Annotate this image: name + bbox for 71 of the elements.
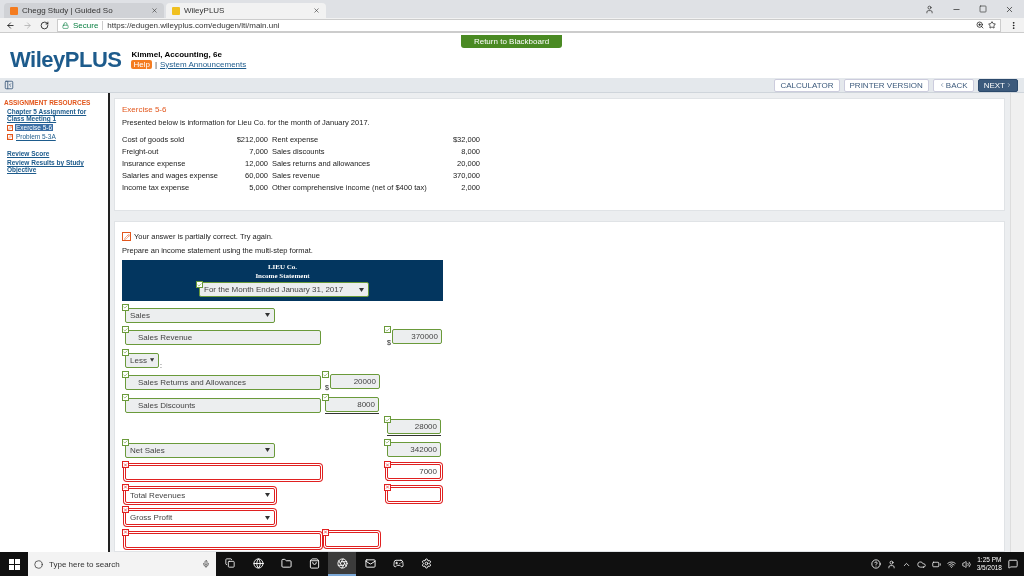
wifi-icon[interactable] bbox=[946, 559, 956, 569]
announcements-link[interactable]: System Announcements bbox=[160, 60, 247, 69]
text-field[interactable]: Sales Returns and Allowances bbox=[125, 375, 321, 390]
separator: | bbox=[154, 60, 157, 69]
amount-field[interactable] bbox=[387, 486, 441, 502]
mic-icon[interactable] bbox=[202, 560, 210, 568]
amount-field[interactable]: 8000 bbox=[325, 396, 379, 412]
pencil-icon bbox=[122, 232, 131, 241]
url-text: https://edugen.wileyplus.com/edugen/lti/main.uni bbox=[102, 20, 280, 30]
amount-field[interactable]: 20000 bbox=[329, 374, 380, 389]
dropdown[interactable]: Less bbox=[125, 352, 159, 368]
toolbar-button[interactable]: NEXT bbox=[977, 78, 1018, 92]
caret-icon bbox=[265, 313, 270, 317]
battery-icon[interactable] bbox=[931, 559, 941, 569]
taskbar-search[interactable]: Type here to search bbox=[28, 552, 216, 576]
pencil-icon bbox=[7, 133, 13, 140]
dropdown[interactable]: Gross Profit bbox=[125, 510, 275, 525]
restore-icon[interactable] bbox=[979, 5, 987, 13]
close-icon[interactable] bbox=[1005, 4, 1014, 14]
aperture-icon[interactable] bbox=[328, 552, 356, 576]
toolbar-button[interactable]: PRINTER VERSION bbox=[843, 78, 929, 92]
zoom-icon[interactable] bbox=[976, 21, 984, 29]
browser-tab[interactable]: Chegg Study | Guided So bbox=[4, 3, 164, 18]
caret-icon bbox=[265, 493, 270, 497]
cloud-icon[interactable] bbox=[916, 559, 926, 569]
caret-icon bbox=[265, 515, 270, 520]
caret-icon bbox=[359, 287, 364, 292]
course-title: Kimmel, Accounting, 6e bbox=[131, 50, 223, 59]
dropdown[interactable]: Sales bbox=[125, 307, 275, 323]
reload-icon[interactable] bbox=[40, 20, 49, 30]
close-icon[interactable] bbox=[151, 7, 158, 14]
close-icon[interactable] bbox=[313, 7, 320, 14]
favicon-icon bbox=[172, 6, 180, 15]
toolbar-button[interactable]: BACK bbox=[932, 78, 974, 92]
dropdown[interactable]: Net Sales bbox=[125, 442, 275, 458]
amount-field[interactable]: 342000 bbox=[387, 441, 441, 457]
volume-icon[interactable] bbox=[961, 559, 971, 569]
scrollbar[interactable] bbox=[1010, 93, 1024, 552]
browser-tab[interactable]: WileyPLUS bbox=[166, 3, 326, 18]
amount-field[interactable]: 7000 bbox=[387, 464, 441, 479]
input-field[interactable] bbox=[125, 532, 321, 548]
lock-icon bbox=[62, 21, 69, 29]
secure-label: Secure bbox=[73, 20, 99, 30]
caret-icon bbox=[265, 448, 270, 452]
menu-icon[interactable] bbox=[1009, 20, 1018, 30]
return-button[interactable]: Return to Blackboard bbox=[461, 35, 562, 48]
caret-icon bbox=[149, 358, 154, 362]
pencil-icon bbox=[7, 124, 13, 131]
user-icon[interactable] bbox=[925, 4, 934, 14]
favicon-icon bbox=[10, 6, 18, 15]
toolbar-button[interactable]: CALCULATOR bbox=[774, 78, 840, 92]
amount-field[interactable]: 370000 bbox=[391, 329, 442, 344]
text-field[interactable]: Sales Revenue bbox=[125, 330, 321, 345]
dropdown[interactable]: Total Revenues bbox=[125, 487, 275, 503]
cortana-icon bbox=[34, 559, 43, 569]
notification-icon[interactable] bbox=[1008, 559, 1018, 569]
star-icon[interactable] bbox=[988, 21, 996, 29]
people-icon[interactable] bbox=[886, 559, 896, 569]
collapse-icon[interactable] bbox=[4, 80, 14, 90]
chevron-right-icon bbox=[1006, 82, 1012, 88]
amount-field[interactable] bbox=[325, 531, 379, 547]
help-icon[interactable] bbox=[870, 559, 881, 569]
chevron-left-icon bbox=[938, 82, 945, 88]
address-bar[interactable]: Secure https://edugen.wileyplus.com/edugen/lti/main.uni bbox=[57, 18, 1001, 32]
exercise-title: Exercise 5-6 bbox=[122, 105, 168, 114]
dropdown[interactable]: For the Month Ended January 31, 2017 bbox=[199, 282, 369, 297]
input-field[interactable] bbox=[125, 465, 321, 480]
amount-field[interactable]: 28000 bbox=[387, 419, 441, 434]
back-icon[interactable] bbox=[6, 20, 15, 30]
text-field[interactable]: Sales Discounts bbox=[125, 397, 321, 413]
logo: WileyPLUS bbox=[10, 48, 122, 72]
